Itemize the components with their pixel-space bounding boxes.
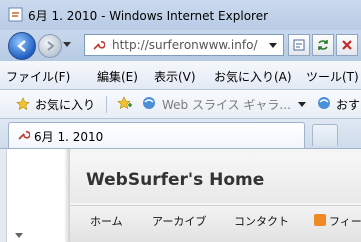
address-bar[interactable]: http://surferonwww.info/ <box>84 34 284 56</box>
web-slice-gallery-link[interactable]: Web スライス ギャラ... <box>162 96 291 113</box>
nav-feed[interactable]: フィー <box>329 213 361 229</box>
viewport-left-edge <box>0 149 7 242</box>
refresh-button[interactable] <box>312 34 334 56</box>
web-slice-dropdown[interactable] <box>298 102 306 107</box>
add-favorite-icon[interactable] <box>117 96 133 112</box>
web-page: WebSurfer's Home ホーム アーカイブ コンタクト フィー <box>64 149 361 242</box>
browser-window: 6月 1. 2010 - Windows Internet Explorer h… <box>0 0 361 242</box>
star-icon <box>16 97 30 111</box>
title-bar: 6月 1. 2010 - Windows Internet Explorer <box>0 0 361 30</box>
menu-view[interactable]: 表示(V) <box>154 68 196 85</box>
address-url[interactable]: http://surferonwww.info/ <box>112 38 257 52</box>
menu-favorites[interactable]: お気に入り(A) <box>214 68 292 85</box>
new-tab-button[interactable] <box>312 124 338 146</box>
separator <box>106 96 107 113</box>
page-viewport: WebSurfer's Home ホーム アーカイブ コンタクト フィー <box>0 148 361 242</box>
site-header: WebSurfer's Home <box>70 153 361 203</box>
favorites-bar: お気に入り Web スライス ギャラ... おす <box>0 90 361 119</box>
navigation-bar: http://surferonwww.info/ <box>0 30 361 61</box>
site-title[interactable]: WebSurfer's Home <box>86 170 264 190</box>
compat-view-button[interactable] <box>288 34 310 56</box>
rss-icon <box>314 214 326 226</box>
nav-contact[interactable]: コンタクト <box>234 213 289 229</box>
ie-page-icon <box>318 97 330 109</box>
stop-button[interactable] <box>336 34 358 56</box>
tab-strip: 6月 1. 2010 <box>0 119 361 148</box>
page-compat-icon <box>293 39 305 51</box>
arrow-right-icon <box>47 41 55 51</box>
window-title: 6月 1. 2010 - Windows Internet Explorer <box>28 9 269 23</box>
close-icon <box>342 40 352 50</box>
history-dropdown[interactable] <box>63 42 71 47</box>
tab-active[interactable]: 6月 1. 2010 <box>8 122 305 148</box>
nav-archive[interactable]: アーカイブ <box>152 213 206 229</box>
address-dropdown[interactable] <box>269 43 277 48</box>
ie-icon <box>8 7 23 22</box>
arrow-left-icon <box>17 40 26 52</box>
wrench-icon <box>18 131 30 140</box>
refresh-icon <box>318 40 328 50</box>
menu-edit[interactable]: 編集(E) <box>97 68 138 85</box>
suggested-sites-link[interactable]: おす <box>336 96 360 113</box>
wrench-icon <box>93 41 105 50</box>
nav-home[interactable]: ホーム <box>90 213 123 229</box>
favorites-button[interactable]: お気に入り <box>35 96 95 113</box>
site-nav: ホーム アーカイブ コンタクト フィー <box>70 205 361 242</box>
chevron-down-icon <box>15 233 23 238</box>
web-slice-icon <box>143 97 155 109</box>
menu-bar: ファイル(F) 編集(E) 表示(V) お気に入り(A) ツール(T) <box>0 61 361 90</box>
back-button[interactable] <box>8 32 36 60</box>
menu-tools[interactable]: ツール(T) <box>306 68 359 85</box>
forward-button[interactable] <box>38 34 62 58</box>
menu-file[interactable]: ファイル(F) <box>6 68 70 85</box>
tab-label: 6月 1. 2010 <box>34 130 104 144</box>
